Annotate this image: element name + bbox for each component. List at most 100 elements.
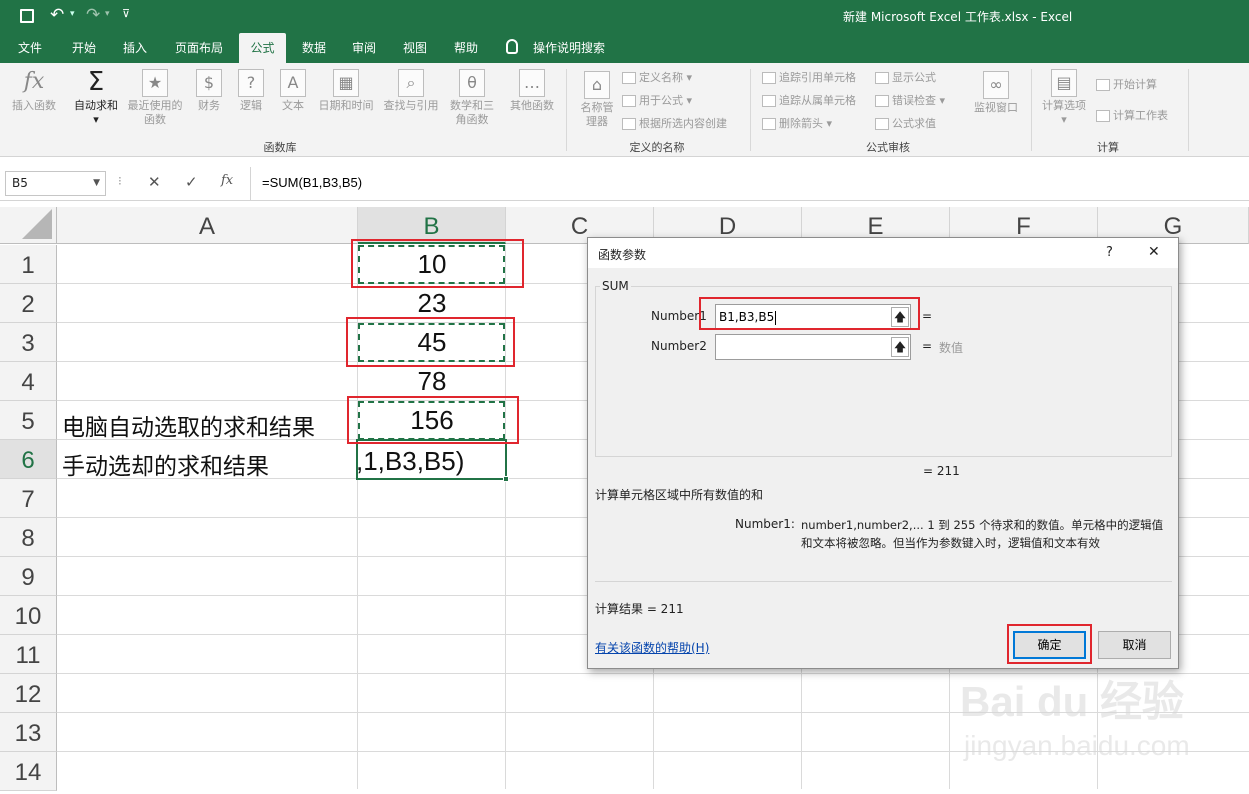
tell-me-search[interactable]: 操作说明搜索	[530, 33, 608, 63]
star-book-icon: ★	[142, 69, 168, 97]
cancel-button[interactable]: 取消	[1098, 631, 1171, 659]
cell-b4[interactable]: 78	[358, 366, 506, 397]
logical-button[interactable]: ? 逻辑	[232, 69, 270, 113]
active-cell-b6[interactable]: ,1,B3,B5)	[356, 439, 507, 480]
define-name-button[interactable]: 定义名称 ▾	[622, 69, 692, 87]
tab-file[interactable]: 文件	[8, 33, 52, 63]
error-checking-icon	[875, 95, 889, 107]
formula-input[interactable]: =SUM(B1,B3,B5)	[250, 167, 1249, 200]
datetime-button[interactable]: ▦ 日期和时间	[314, 69, 378, 113]
calculation-options-button[interactable]: ▤ 计算选项 ▾	[1038, 69, 1090, 127]
dots-book-icon: …	[519, 69, 545, 97]
cell-a5[interactable]: 电脑自动选取的求和结果	[62, 408, 315, 442]
row-header-14[interactable]: 14	[0, 752, 57, 791]
row-header-1[interactable]: 1	[0, 245, 57, 284]
number2-type-hint: 数值	[939, 341, 964, 355]
cell-a6[interactable]: 手动选却的求和结果	[62, 447, 269, 481]
more-functions-button[interactable]: … 其他函数	[506, 69, 558, 113]
redo-dropdown-icon[interactable]: ▾	[105, 9, 110, 19]
insert-function-button[interactable]: fx 插入函数	[6, 69, 62, 113]
dialog-title: 函数参数	[598, 248, 647, 262]
lightbulb-icon	[506, 39, 518, 54]
coins-book-icon: $	[196, 69, 222, 97]
tag-icon: ⌂	[584, 71, 610, 99]
close-icon[interactable]: ✕	[1148, 244, 1160, 260]
evaluate-formula-button[interactable]: 公式求值	[875, 115, 936, 133]
row-header-10[interactable]: 10	[0, 596, 57, 635]
row-header-9[interactable]: 9	[0, 557, 57, 596]
calculation-result: 计算结果 = 211	[595, 602, 684, 616]
row-header-12[interactable]: 12	[0, 674, 57, 713]
annotation-highlight-b1	[351, 239, 524, 288]
tab-home[interactable]: 开始	[62, 33, 106, 63]
tab-page-layout[interactable]: 页面布局	[168, 33, 230, 63]
math-trig-button[interactable]: θ 数学和三角函数	[446, 69, 498, 127]
title-bar: ↶ ▾ ↷ ▾ ⊽ 新建 Microsoft Excel 工作表.xlsx - …	[0, 0, 1249, 33]
number2-input[interactable]	[715, 334, 911, 360]
help-on-function-link[interactable]: 有关该函数的帮助(H)	[595, 639, 709, 656]
watch-window-button[interactable]: ∞ 监视窗口	[968, 71, 1024, 115]
cancel-entry-icon[interactable]: ✕	[148, 173, 161, 191]
customize-qat-icon[interactable]: ⊽	[122, 7, 130, 20]
tab-help[interactable]: 帮助	[444, 33, 488, 63]
help-icon[interactable]: ?	[1106, 245, 1113, 260]
tab-formulas[interactable]: 公式	[239, 33, 286, 63]
formula-result-preview: = 211	[923, 464, 960, 478]
tab-data[interactable]: 数据	[292, 33, 336, 63]
show-formulas-button[interactable]: 显示公式	[875, 69, 936, 87]
lookup-button[interactable]: ⌕ 查找与引用	[380, 69, 442, 113]
corner-triangle-icon	[22, 209, 52, 239]
row-header-2[interactable]: 2	[0, 284, 57, 323]
row-header-6[interactable]: 6	[0, 440, 57, 479]
argument-description-line2: 和文本将被忽略。但当作为参数键入时，逻辑值和文本有效	[801, 536, 1100, 550]
fill-handle[interactable]	[503, 476, 509, 482]
undo-dropdown-icon[interactable]: ▾	[70, 9, 75, 19]
formula-text: =SUM(B1,B3,B5)	[262, 175, 363, 190]
select-all-corner[interactable]	[0, 207, 57, 244]
create-from-selection-button[interactable]: 根据所选内容创建	[622, 115, 727, 133]
tab-review[interactable]: 审阅	[342, 33, 386, 63]
undo-icon[interactable]: ↶	[50, 5, 64, 25]
redo-icon[interactable]: ↷	[86, 5, 100, 25]
calculate-sheet-button[interactable]: 计算工作表	[1096, 107, 1168, 125]
row-header-8[interactable]: 8	[0, 518, 57, 557]
group-function-library: 函数库	[263, 141, 297, 154]
number2-collapse-button[interactable]: 🡅	[891, 337, 909, 357]
row-header-3[interactable]: 3	[0, 323, 57, 362]
fx-icon: fx	[23, 69, 45, 94]
ribbon-tabs: 文件 开始 插入 页面布局 公式 数据 审阅 视图 帮助 操作说明搜索	[0, 33, 1249, 63]
name-box[interactable]: B5 ▼	[5, 171, 106, 196]
window-title: 新建 Microsoft Excel 工作表.xlsx - Excel	[843, 10, 1073, 24]
financial-button[interactable]: $ 财务	[190, 69, 228, 113]
chevron-down-icon[interactable]: ▼	[93, 172, 100, 195]
autosum-button[interactable]: Σ 自动求和 ▾	[68, 69, 124, 127]
confirm-entry-icon[interactable]: ✓	[185, 173, 198, 191]
formula-bar: B5 ▼ ⁝ ✕ ✓ fx =SUM(B1,B3,B5)	[0, 167, 1249, 201]
row-header-11[interactable]: 11	[0, 635, 57, 674]
magnifier-book-icon: ⌕	[398, 69, 424, 97]
tab-view[interactable]: 视图	[393, 33, 437, 63]
recent-functions-button[interactable]: ★ 最近使用的函数	[124, 69, 186, 127]
row-header-5[interactable]: 5	[0, 401, 57, 440]
name-manager-button[interactable]: ⌂ 名称管理器	[574, 71, 620, 129]
annotation-highlight-ok	[1007, 624, 1092, 664]
use-in-formula-icon	[622, 95, 636, 107]
number1-equals: =	[922, 309, 933, 323]
row-header-4[interactable]: 4	[0, 362, 57, 401]
column-header-a[interactable]: A	[57, 207, 358, 244]
row-header-13[interactable]: 13	[0, 713, 57, 752]
tab-insert[interactable]: 插入	[113, 33, 157, 63]
text-button[interactable]: A 文本	[274, 69, 312, 113]
cell-b2[interactable]: 23	[358, 288, 506, 319]
calculate-now-button[interactable]: 开始计算	[1096, 76, 1157, 94]
error-checking-button[interactable]: 错误检查 ▾	[875, 92, 945, 110]
use-in-formula-button[interactable]: 用于公式 ▾	[622, 92, 692, 110]
trace-precedents-button[interactable]: 追踪引用单元格	[762, 69, 856, 87]
trace-dependents-button[interactable]: 追踪从属单元格	[762, 92, 856, 110]
ribbon-formulas: fx 插入函数 Σ 自动求和 ▾ ★ 最近使用的函数 $ 财务 ? 逻辑 A 文本…	[0, 63, 1249, 157]
remove-arrows-button[interactable]: 删除箭头 ▾	[762, 115, 832, 133]
insert-function-icon[interactable]: fx	[221, 173, 233, 188]
save-icon[interactable]	[20, 9, 34, 23]
row-header-7[interactable]: 7	[0, 479, 57, 518]
group-separator	[1188, 69, 1189, 151]
